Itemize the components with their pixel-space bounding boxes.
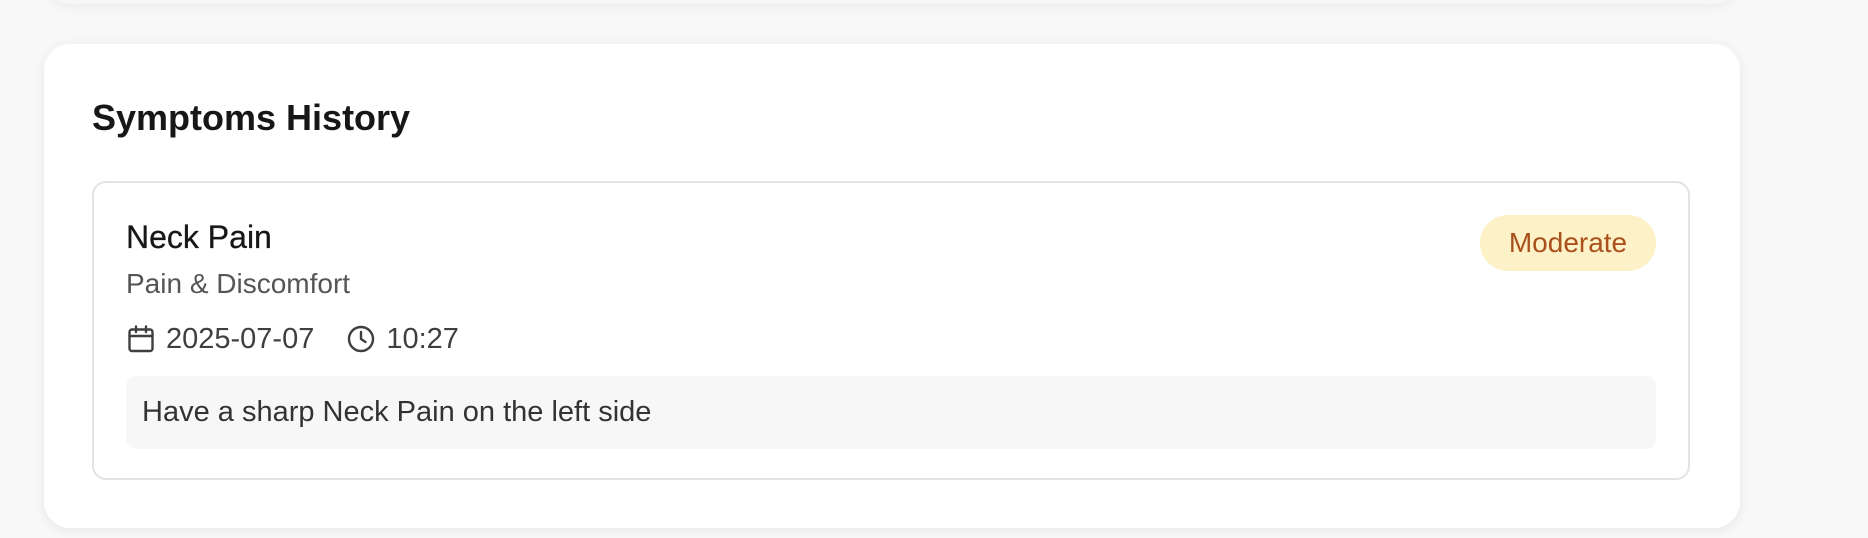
calendar-icon: [126, 324, 156, 354]
symptom-category: Pain & Discomfort: [126, 268, 351, 299]
symptoms-history-card: Symptoms History Neck Pain Pain & Discom…: [44, 44, 1740, 528]
symptom-note: Have a sharp Neck Pain on the left side: [126, 376, 1656, 449]
symptom-entry[interactable]: Neck Pain Pain & Discomfort 2025-07-07 1…: [92, 181, 1690, 480]
symptom-datetime-row: 2025-07-07 10:27: [126, 319, 459, 359]
severity-badge: Moderate: [1480, 215, 1656, 271]
symptom-date: 2025-07-07: [166, 322, 315, 355]
clock-icon: [346, 324, 376, 354]
symptom-name: Neck Pain: [126, 219, 272, 255]
section-title: Symptoms History: [92, 97, 411, 138]
time-group: 10:27: [346, 323, 459, 356]
symptom-time: 10:27: [386, 322, 459, 355]
previous-card-edge: [44, 0, 1740, 4]
date-group: 2025-07-07: [126, 323, 314, 356]
